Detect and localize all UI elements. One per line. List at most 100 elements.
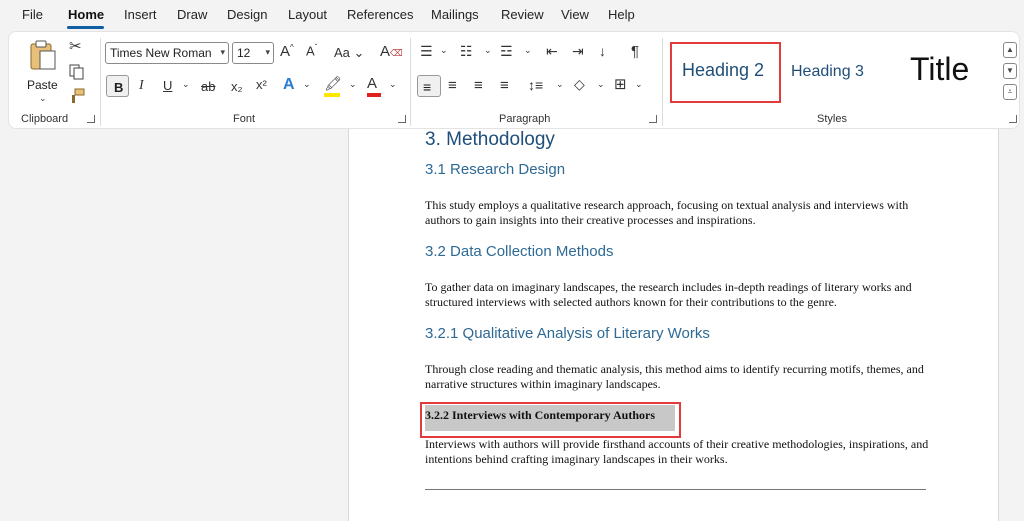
paragraph-launcher-icon[interactable]	[649, 115, 657, 123]
bold-button[interactable]: B	[106, 75, 129, 97]
ribbon: Paste ⌄ ✂ Clipboard Times New Roman ▾ 12…	[8, 31, 1020, 129]
align-left-icon: ≡	[423, 79, 432, 95]
underline-button[interactable]: U	[163, 79, 172, 92]
bullets-icon[interactable]: ☰	[420, 44, 433, 58]
strikethrough-button[interactable]: ab	[201, 80, 215, 93]
shrink-font-icon[interactable]: Aˇ	[306, 44, 317, 58]
bold-label: B	[114, 80, 124, 95]
sort-icon[interactable]: ↓	[599, 44, 606, 58]
font-size-value: 12	[237, 46, 251, 60]
font-group-label: Font	[233, 113, 256, 125]
style-heading-3-label: Heading 3	[791, 63, 864, 80]
shading-icon[interactable]: ◇	[574, 77, 585, 91]
heading-data-collection: 3.2 Data Collection Methods	[425, 243, 614, 260]
clipboard-group-label: Clipboard	[21, 113, 69, 125]
heading-methodology: 3. Methodology	[425, 129, 555, 150]
styles-scroll-down[interactable]: ▼	[1003, 63, 1017, 79]
subscript-button[interactable]: x₂	[231, 80, 243, 93]
chevron-down-icon: ▼	[1006, 66, 1014, 75]
font-family-dropdown[interactable]: Times New Roman ▾	[105, 42, 229, 64]
grow-font-icon[interactable]: A^	[280, 44, 294, 60]
chevron-down-icon: ▾	[265, 47, 270, 57]
styles-launcher-icon[interactable]	[1009, 115, 1017, 123]
styles-scroll-up[interactable]: ▲	[1003, 42, 1017, 58]
chevron-down-icon[interactable]: ⌄	[182, 80, 190, 89]
active-tab-indicator	[67, 26, 104, 29]
justify-icon[interactable]: ≡	[500, 78, 509, 93]
cut-icon[interactable]: ✂	[69, 39, 82, 54]
copy-icon[interactable]	[69, 64, 85, 80]
menu-home[interactable]: Home	[68, 7, 104, 22]
menu-bar: File Home Insert Draw Design Layout Refe…	[0, 0, 1024, 30]
menu-view[interactable]: View	[561, 7, 589, 22]
styles-more[interactable]: ⩡	[1003, 84, 1017, 100]
line-spacing-icon[interactable]: ↕≡	[528, 78, 543, 92]
style-title[interactable]: Title	[897, 43, 993, 100]
menu-mailings[interactable]: Mailings	[431, 7, 479, 22]
chevron-down-icon: ▾	[220, 47, 225, 57]
chevron-down-icon[interactable]: ⌄	[389, 80, 397, 89]
menu-layout[interactable]: Layout	[288, 7, 327, 22]
styles-group-label: Styles	[817, 113, 847, 125]
font-launcher-icon[interactable]	[398, 115, 406, 123]
align-right-icon[interactable]: ≡	[474, 78, 483, 93]
change-case-button[interactable]: Aa ⌄	[334, 46, 364, 59]
divider	[410, 38, 411, 126]
paragraph-group-label: Paragraph	[499, 113, 551, 125]
chevron-down-icon[interactable]: ⌄	[349, 80, 357, 89]
superscript-button[interactable]: x²	[256, 78, 267, 91]
heading-research-design: 3.1 Research Design	[425, 161, 566, 178]
paragraph-qualitative-analysis: Through close reading and thematic analy…	[425, 362, 924, 391]
align-left-button[interactable]: ≡	[417, 75, 441, 97]
style-title-label: Title	[910, 51, 970, 87]
paste-button[interactable]: Paste ⌄	[23, 37, 63, 103]
more-icon: ⩡	[1007, 87, 1013, 96]
paragraph-data-collection: To gather data on imaginary landscapes, …	[425, 280, 912, 309]
highlight-color-icon[interactable]: 🖍	[324, 76, 342, 97]
menu-file[interactable]: File	[22, 7, 43, 22]
highlight-box-heading	[420, 402, 681, 438]
multilevel-list-icon[interactable]: ☲	[500, 44, 513, 58]
chevron-up-icon: ▲	[1006, 45, 1014, 54]
align-center-icon[interactable]: ≡	[448, 78, 457, 93]
paragraph-research-design: This study employs a qualitative researc…	[425, 198, 909, 227]
decrease-indent-icon[interactable]: ⇤	[546, 44, 558, 58]
chevron-down-icon[interactable]: ⌄	[440, 46, 448, 55]
text-effects-icon[interactable]: A	[283, 77, 295, 93]
menu-draw[interactable]: Draw	[177, 7, 207, 22]
borders-icon[interactable]: ⊞	[614, 77, 627, 92]
chevron-down-icon[interactable]: ⌄	[635, 80, 643, 89]
paste-icon	[30, 40, 56, 70]
clear-formatting-icon[interactable]: A⌫	[380, 44, 403, 59]
paragraph-interviews: Interviews with authors will provide fir…	[425, 437, 929, 466]
menu-help[interactable]: Help	[608, 7, 635, 22]
menu-insert[interactable]: Insert	[124, 7, 157, 22]
heading-qualitative-analysis: 3.2.1 Qualitative Analysis of Literary W…	[425, 325, 710, 342]
format-painter-icon[interactable]	[69, 88, 85, 104]
italic-button[interactable]: I	[139, 79, 144, 93]
numbering-icon[interactable]: ☷	[460, 44, 473, 58]
divider	[100, 38, 101, 126]
style-heading-3[interactable]: Heading 3	[786, 43, 884, 100]
change-case-label: Aa	[334, 45, 350, 60]
font-family-value: Times New Roman	[110, 46, 212, 60]
clipboard-launcher-icon[interactable]	[87, 115, 95, 123]
chevron-down-icon[interactable]: ⌄	[597, 80, 605, 89]
menu-references[interactable]: References	[347, 7, 413, 22]
page-divider	[425, 489, 926, 490]
chevron-down-icon[interactable]: ⌄	[556, 80, 564, 89]
chevron-down-icon[interactable]: ⌄	[303, 80, 311, 89]
increase-indent-icon[interactable]: ⇥	[572, 44, 584, 58]
chevron-down-icon[interactable]: ⌄	[524, 46, 532, 55]
chevron-down-icon[interactable]: ⌄	[484, 46, 492, 55]
menu-design[interactable]: Design	[227, 7, 267, 22]
highlight-box-style	[670, 42, 781, 103]
show-marks-icon[interactable]: ¶	[631, 44, 639, 59]
paste-label: Paste	[27, 78, 58, 92]
menu-review[interactable]: Review	[501, 7, 544, 22]
font-color-icon[interactable]: A	[367, 76, 381, 97]
divider	[662, 38, 663, 126]
chevron-down-icon: ⌄	[39, 93, 47, 103]
document-page[interactable]: 3. Methodology 3.1 Research Design This …	[348, 129, 999, 521]
font-size-dropdown[interactable]: 12 ▾	[232, 42, 274, 64]
